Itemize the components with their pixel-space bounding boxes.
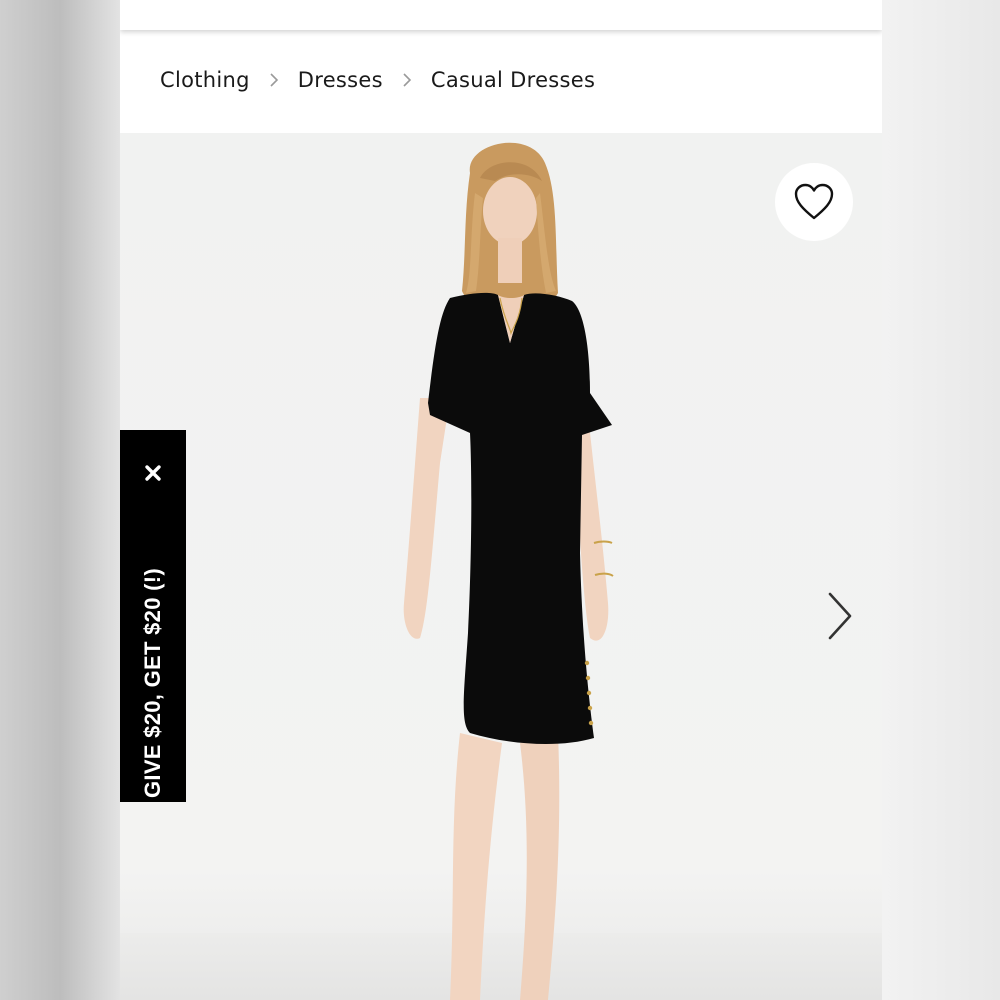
promo-label: GIVE $20, GET $20 (!)	[140, 567, 165, 798]
heart-outline-icon	[794, 183, 834, 220]
next-image-button[interactable]	[820, 588, 860, 644]
referral-promo-tab[interactable]: GIVE $20, GET $20 (!)	[120, 430, 186, 802]
header-bar	[120, 0, 882, 30]
favorite-button[interactable]	[775, 163, 853, 241]
breadcrumb-item-casual-dresses[interactable]: Casual Dresses	[431, 68, 595, 92]
breadcrumb: Clothing Dresses Casual Dresses	[160, 58, 595, 102]
breadcrumb-item-clothing[interactable]: Clothing	[160, 68, 250, 92]
product-image[interactable]	[120, 133, 882, 1000]
model-photo	[403, 142, 614, 1000]
breadcrumb-item-dresses[interactable]: Dresses	[298, 68, 383, 92]
product-page: Clothing Dresses Casual Dresses GIVE $20…	[120, 0, 882, 1000]
background-right-edge	[882, 0, 1000, 1000]
chevron-right-icon	[403, 73, 412, 87]
close-icon[interactable]	[140, 460, 166, 486]
chevron-right-icon	[270, 73, 278, 87]
